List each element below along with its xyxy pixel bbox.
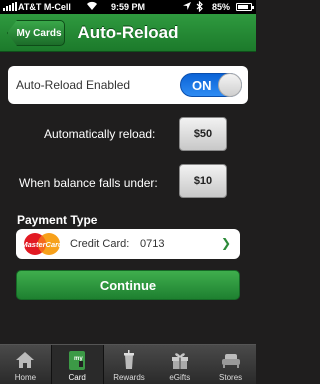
continue-button[interactable]: Continue <box>16 270 240 300</box>
status-bar: AT&T M-Cell 9:59 PM 85% <box>0 0 256 14</box>
mastercard-logo-icon: MasterCard <box>21 233 63 255</box>
battery-icon <box>236 3 254 11</box>
tab-label: Home <box>14 373 37 382</box>
auto-reload-toggle[interactable]: ON <box>180 73 242 97</box>
toggle-knob[interactable] <box>218 73 242 97</box>
tab-bar: Home my Card Rewards eGifts Stores <box>0 344 256 384</box>
svg-text:MasterCard: MasterCard <box>21 240 63 249</box>
reload-amount-label: Automatically reload: <box>44 127 156 141</box>
tab-label: Rewards <box>113 373 145 382</box>
tab-label: Stores <box>219 373 243 382</box>
cup-icon <box>123 350 134 369</box>
gift-icon <box>171 353 188 369</box>
tab-label: eGifts <box>169 373 191 382</box>
tab-home[interactable]: Home <box>0 345 51 384</box>
tab-egifts[interactable]: eGifts <box>154 345 205 384</box>
page-title: Auto-Reload <box>77 23 179 42</box>
payment-type-heading: Payment Type <box>17 213 98 227</box>
toggle-on-text: ON <box>192 78 212 93</box>
card-icon: my <box>69 351 86 370</box>
credit-card-label: Credit Card: <box>70 238 130 250</box>
credit-card-number: 0713 <box>140 238 165 250</box>
threshold-amount-button[interactable]: $10 <box>179 164 227 198</box>
battery-percent: 85% <box>212 2 231 12</box>
reload-amount-button[interactable]: $50 <box>179 117 227 151</box>
tab-card[interactable]: my Card <box>50 345 104 384</box>
tab-stores[interactable]: Stores <box>205 345 256 384</box>
auto-reload-row: Auto-Reload Enabled ON <box>8 66 248 104</box>
bluetooth-icon <box>196 0 204 14</box>
auto-reload-label: Auto-Reload Enabled <box>16 78 131 92</box>
location-icon <box>182 1 192 13</box>
chevron-right-icon: ❯ <box>221 236 232 250</box>
couch-icon <box>221 354 240 368</box>
threshold-label: When balance falls under: <box>19 176 158 190</box>
payment-method-row[interactable]: MasterCard Credit Card: 0713 ❯ <box>16 229 240 259</box>
home-icon <box>16 352 35 368</box>
nav-header: My Cards Auto-Reload <box>0 14 256 52</box>
tab-label: Card <box>68 373 86 382</box>
tab-rewards[interactable]: Rewards <box>104 345 155 384</box>
